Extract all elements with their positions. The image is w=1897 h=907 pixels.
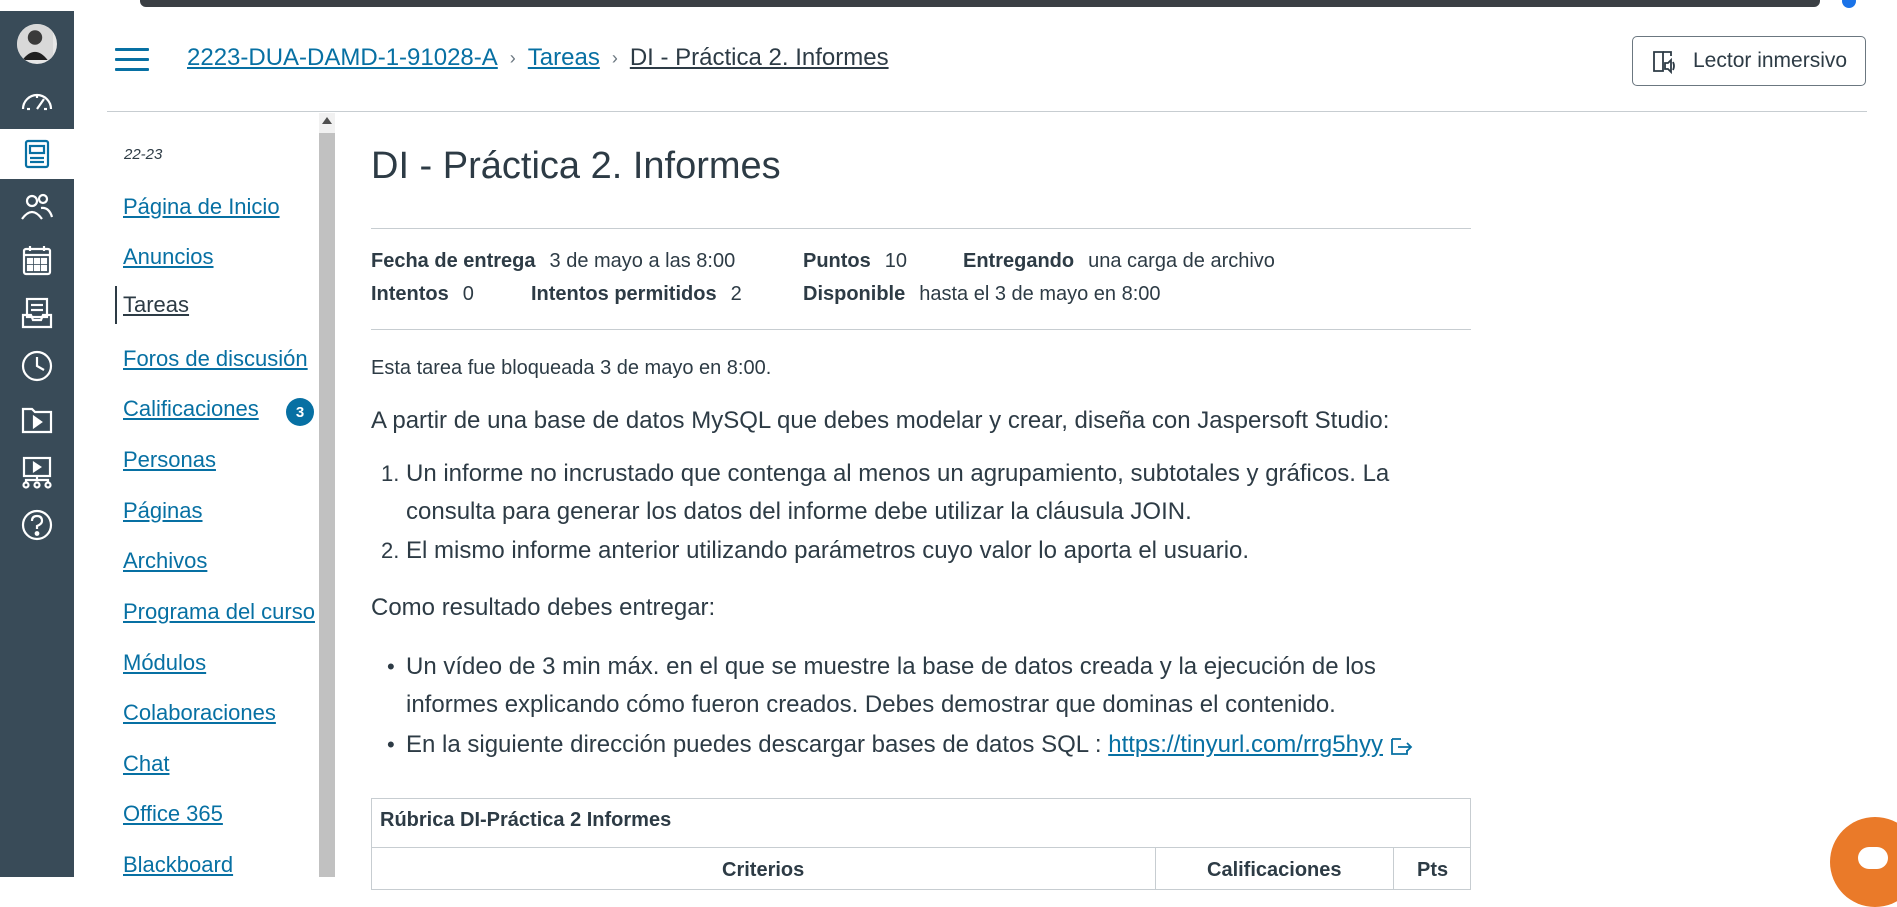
breadcrumb-tareas-link[interactable]: Tareas bbox=[528, 44, 600, 72]
course-nav-announcements[interactable]: Anuncios bbox=[115, 244, 214, 270]
hamburger-menu-button[interactable] bbox=[115, 48, 149, 74]
calendar-icon[interactable] bbox=[0, 235, 74, 285]
course-nav: 22-23 Página de Inicio Anuncios Tareas F… bbox=[107, 112, 317, 877]
due-value: 3 de mayo a las 8:00 bbox=[549, 250, 736, 272]
chat-support-button[interactable] bbox=[1830, 817, 1897, 907]
course-nav-collaborations[interactable]: Colaboraciones bbox=[115, 700, 276, 726]
allowed-attempts-value: 2 bbox=[730, 283, 742, 305]
details-top-divider bbox=[371, 228, 1471, 229]
course-term: 22-23 bbox=[124, 146, 163, 163]
sql-databases-link[interactable]: https://tinyurl.com/rrg5hyy bbox=[1108, 731, 1415, 758]
allowed-attempts-label: Intentos permitidos bbox=[531, 283, 717, 305]
global-nav bbox=[0, 11, 74, 877]
rubric-table: Rúbrica DI-Práctica 2 Informes Criterios… bbox=[371, 798, 1471, 890]
browser-top-strip bbox=[0, 0, 1897, 11]
breadcrumb-current-link[interactable]: DI - Práctica 2. Informes bbox=[630, 44, 889, 72]
points-label: Puntos bbox=[803, 250, 871, 272]
submitting-value: una carga de archivo bbox=[1088, 250, 1275, 272]
available-value: hasta el 3 de mayo en 8:00 bbox=[919, 283, 1161, 305]
bullet-list-item: • Un vídeo de 3 min máx. en el que se mu… bbox=[387, 653, 1376, 680]
courses-icon[interactable] bbox=[0, 129, 74, 179]
course-nav-syllabus[interactable]: Programa del curso bbox=[115, 599, 315, 625]
course-nav-scrollbar[interactable] bbox=[319, 113, 335, 877]
course-nav-pages[interactable]: Páginas bbox=[115, 498, 203, 524]
attempts-label: Intentos bbox=[371, 283, 449, 305]
inbox-icon[interactable] bbox=[0, 288, 74, 338]
immersive-reader-button[interactable]: Lector inmersivo bbox=[1632, 36, 1866, 86]
ordered-list-item: 1. Un informe no incrustado que contenga… bbox=[381, 460, 1390, 487]
immersive-reader-icon bbox=[1653, 51, 1675, 75]
rubric-title: Rúbrica DI-Práctica 2 Informes bbox=[380, 809, 672, 831]
locked-notice: Esta tarea fue bloqueada 3 de mayo en 8:… bbox=[371, 357, 772, 379]
studio-icon[interactable] bbox=[0, 447, 74, 497]
help-icon[interactable] bbox=[0, 500, 74, 550]
course-nav-office365[interactable]: Office 365 bbox=[115, 801, 223, 827]
course-nav-assignments[interactable]: Tareas bbox=[115, 286, 189, 324]
course-nav-files[interactable]: Archivos bbox=[115, 548, 207, 574]
ordered-list-item: 2. El mismo informe anterior utilizando … bbox=[381, 537, 1250, 564]
available-label: Disponible bbox=[803, 283, 906, 305]
external-link-icon bbox=[1391, 737, 1413, 755]
scroll-up-arrow-icon[interactable] bbox=[322, 117, 332, 124]
avatar[interactable] bbox=[17, 24, 57, 64]
course-nav-people[interactable]: Personas bbox=[115, 447, 216, 473]
assignment-details-row2: Intentos 0 bbox=[371, 283, 474, 306]
course-nav-discussions[interactable]: Foros de discusión bbox=[115, 346, 308, 372]
dashboard-icon[interactable] bbox=[0, 76, 74, 126]
page-title: DI - Práctica 2. Informes bbox=[371, 145, 781, 187]
rubric-column-points: Pts bbox=[1417, 859, 1449, 881]
attempts-value: 0 bbox=[462, 283, 474, 305]
course-nav-blackboard[interactable]: Blackboard bbox=[115, 852, 233, 878]
breadcrumb: 2223-DUA-DAMD-1-91028-A › Tareas › DI - … bbox=[187, 44, 889, 72]
breadcrumb-separator-icon: › bbox=[611, 47, 618, 68]
grades-count-badge: 3 bbox=[286, 398, 314, 426]
notification-dot bbox=[1842, 0, 1856, 8]
immersive-reader-label: Lector inmersivo bbox=[1693, 49, 1848, 72]
chat-icon bbox=[1858, 847, 1888, 869]
result-heading: Como resultado debes entregar: bbox=[371, 594, 716, 621]
course-nav-chat[interactable]: Chat bbox=[115, 751, 169, 777]
details-bottom-divider bbox=[371, 329, 1471, 330]
course-nav-home[interactable]: Página de Inicio bbox=[115, 194, 280, 220]
files-icon[interactable] bbox=[0, 394, 74, 444]
course-nav-modules[interactable]: Módulos bbox=[115, 650, 206, 676]
points-value: 10 bbox=[884, 250, 908, 272]
intro-paragraph: A partir de una base de datos MySQL que … bbox=[371, 407, 1390, 434]
course-nav-grades[interactable]: Calificaciones bbox=[115, 396, 259, 422]
breadcrumb-course-link[interactable]: 2223-DUA-DAMD-1-91028-A bbox=[187, 44, 498, 72]
bullet-list-item: • En la siguiente dirección puedes desca… bbox=[387, 726, 1415, 764]
assignment-content: DI - Práctica 2. Informes Fecha de entre… bbox=[371, 112, 1471, 890]
history-icon[interactable] bbox=[0, 341, 74, 391]
due-label: Fecha de entrega bbox=[371, 250, 536, 272]
assignment-details-row1: Fecha de entrega 3 de mayo a las 8:00 bbox=[371, 250, 735, 273]
submitting-label: Entregando bbox=[963, 250, 1075, 272]
breadcrumb-separator-icon: › bbox=[509, 47, 516, 68]
rubric-column-ratings: Calificaciones bbox=[1207, 859, 1342, 881]
groups-icon[interactable] bbox=[0, 182, 74, 232]
rubric-column-criteria: Criterios bbox=[722, 859, 805, 881]
browser-tab-bar bbox=[140, 0, 1820, 7]
